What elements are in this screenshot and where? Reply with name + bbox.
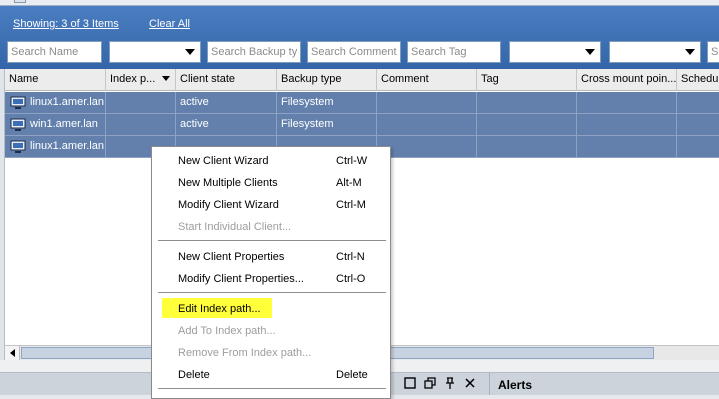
menu-item-modify-client-wizard[interactable]: Modify Client Wizard Ctrl-M — [152, 194, 390, 216]
cell-comment — [377, 136, 477, 157]
menu-item-shortcut: Ctrl-M — [336, 199, 366, 211]
cell-schedule — [677, 92, 719, 113]
column-header-client-state[interactable]: Client state — [176, 69, 277, 91]
menu-item-shortcut: Delete — [336, 369, 368, 381]
search-backup-type-input[interactable] — [207, 41, 301, 63]
column-header-tag[interactable]: Tag — [477, 69, 577, 91]
computer-icon — [10, 118, 26, 131]
search-tag-input[interactable] — [407, 41, 501, 63]
computer-icon — [10, 140, 26, 153]
cross-mount-filter-dropdown[interactable] — [509, 41, 601, 63]
column-header-comment[interactable]: Comment — [377, 69, 477, 91]
clear-all-link[interactable]: Clear All — [149, 18, 190, 30]
menu-item-label: Start Individual Client... — [178, 221, 292, 233]
schedule-filter-dropdown[interactable] — [609, 41, 701, 63]
sort-desc-icon — [162, 76, 170, 81]
pin-icon[interactable] — [443, 376, 457, 390]
cell-schedule — [677, 136, 719, 157]
menu-item-label: Edit Index path... — [178, 303, 261, 315]
cell-cross-mount — [577, 136, 677, 157]
client-name: win1.amer.lan — [30, 118, 98, 130]
menu-separator — [158, 240, 386, 241]
cell-name: linux1.amer.lan — [5, 92, 106, 113]
menu-item-new-client-wizard[interactable]: New Client Wizard Ctrl-W — [152, 150, 390, 172]
menu-item-label: Remove From Index path... — [178, 347, 312, 359]
menu-item-shortcut: Alt-M — [336, 177, 362, 189]
column-header-index-path-label: Index p... — [110, 73, 156, 85]
chevron-down-icon — [685, 49, 695, 55]
menu-item-remove-from-index-path: Remove From Index path... — [152, 342, 390, 364]
panel-tab-handle[interactable] — [14, 0, 26, 3]
search-schedule-input[interactable] — [707, 41, 719, 63]
menu-item-delete[interactable]: Delete Delete — [152, 364, 390, 386]
menu-item-label: Modify Client Wizard — [178, 199, 279, 211]
menu-item-label: New Multiple Clients — [178, 177, 278, 189]
restore-icon[interactable] — [423, 376, 437, 390]
menu-item-new-client-properties[interactable]: New Client Properties Ctrl-N — [152, 246, 390, 268]
maximize-icon[interactable] — [403, 376, 417, 390]
scroll-left-button[interactable] — [5, 346, 20, 360]
cell-schedule — [677, 114, 719, 135]
menu-item-label: Delete — [178, 369, 210, 381]
menu-item-label: Add To Index path... — [178, 325, 276, 337]
cell-cross-mount — [577, 114, 677, 135]
table-row[interactable]: win1.amer.lan active Filesystem — [5, 114, 719, 136]
chevron-down-icon — [185, 49, 195, 55]
menu-item-shortcut: Ctrl-N — [336, 251, 365, 263]
computer-icon — [10, 96, 26, 109]
close-icon[interactable] — [463, 376, 477, 390]
cell-client-state: active — [176, 114, 277, 135]
menu-item-shortcut: Ctrl-O — [336, 273, 366, 285]
cell-tag — [477, 114, 577, 135]
table-header: Name Index p... Client state Backup type… — [5, 69, 719, 91]
filter-toolbar: Showing: 3 of 3 Items Clear All — [0, 6, 719, 69]
cell-name: linux1.amer.lan — [5, 136, 106, 157]
column-header-backup-type[interactable]: Backup type — [277, 69, 377, 91]
menu-item-start-individual-client: Start Individual Client... — [152, 216, 390, 238]
menu-item-label: New Client Wizard — [178, 155, 269, 167]
cell-index-path — [106, 114, 176, 135]
column-header-cross-mount[interactable]: Cross mount poin... — [577, 69, 677, 91]
cell-tag — [477, 136, 577, 157]
client-name: linux1.amer.lan — [30, 140, 104, 152]
menu-item-modify-client-properties[interactable]: Modify Client Properties... Ctrl-O — [152, 268, 390, 290]
cell-comment — [377, 114, 477, 135]
cell-comment — [377, 92, 477, 113]
cell-name: win1.amer.lan — [5, 114, 106, 135]
chevron-down-icon — [585, 49, 595, 55]
cell-tag — [477, 92, 577, 113]
arrow-left-icon — [10, 349, 15, 357]
search-name-input[interactable] — [7, 41, 102, 63]
cell-index-path — [106, 92, 176, 113]
context-menu: New Client Wizard Ctrl-W New Multiple Cl… — [151, 146, 391, 399]
showing-items-link[interactable]: Showing: 3 of 3 Items — [13, 18, 119, 30]
client-name: linux1.amer.lan — [30, 96, 104, 108]
menu-item-new-multiple-clients[interactable]: New Multiple Clients Alt-M — [152, 172, 390, 194]
alerts-title: Alerts — [498, 378, 533, 392]
cell-backup-type: Filesystem — [277, 114, 377, 135]
column-header-name[interactable]: Name — [5, 69, 106, 91]
menu-item-label: Modify Client Properties... — [178, 273, 304, 285]
alerts-panel-header[interactable]: Alerts — [489, 372, 719, 395]
table-row[interactable]: linux1.amer.lan active Filesystem — [5, 92, 719, 114]
menu-item-shortcut: Ctrl-W — [336, 155, 368, 167]
search-comment-input[interactable] — [307, 41, 401, 63]
cell-client-state: active — [176, 92, 277, 113]
index-path-filter-dropdown[interactable] — [109, 41, 201, 63]
menu-separator — [158, 292, 386, 293]
menu-item-add-to-index-path: Add To Index path... — [152, 320, 390, 342]
menu-item-label: New Client Properties — [178, 251, 285, 263]
cell-backup-type: Filesystem — [277, 92, 377, 113]
menu-item-edit-index-path[interactable]: Edit Index path... — [152, 298, 390, 320]
menu-separator — [158, 388, 386, 389]
column-header-index-path[interactable]: Index p... — [106, 69, 176, 91]
column-header-schedule[interactable]: Schedu — [677, 69, 719, 91]
cell-cross-mount — [577, 92, 677, 113]
